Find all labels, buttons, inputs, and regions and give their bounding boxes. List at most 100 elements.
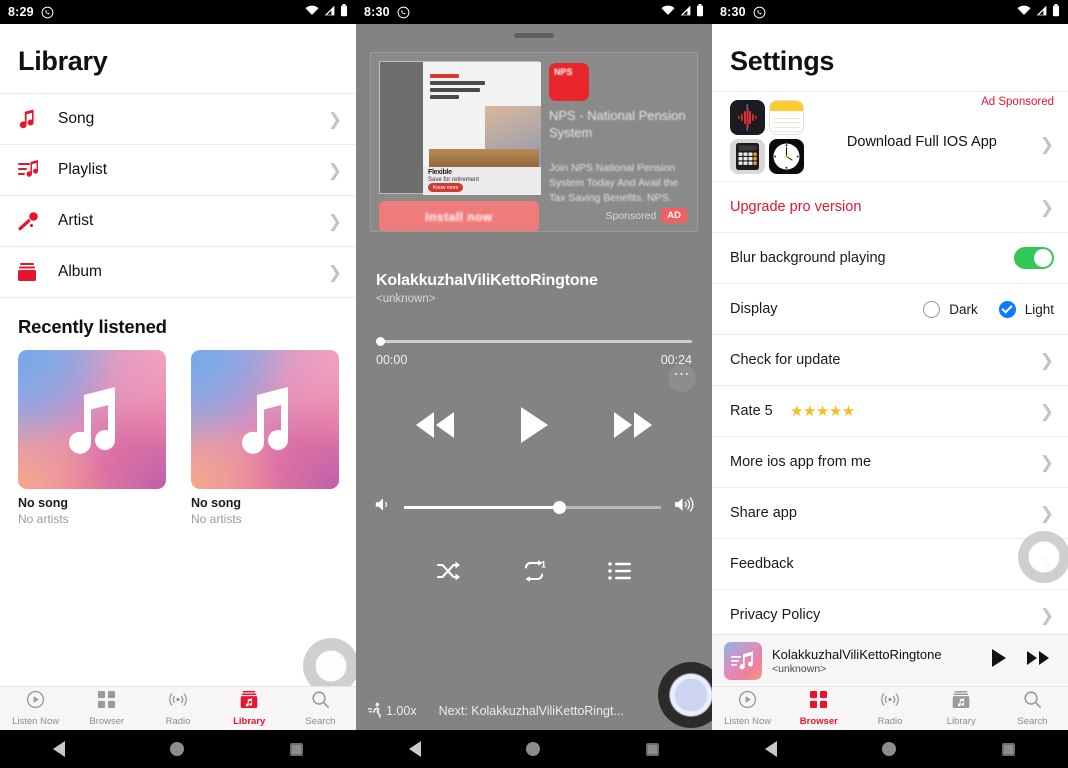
settings-row-feedback[interactable]: Feedback ❯: [712, 538, 1068, 589]
library-item-artist[interactable]: Artist ❯: [0, 196, 356, 247]
tab-browser[interactable]: Browser: [783, 690, 854, 727]
queue-list-icon[interactable]: [608, 561, 632, 586]
chevron-right-icon: ❯: [1039, 350, 1054, 370]
settings-row-privacy-policy[interactable]: Privacy Policy ❯: [712, 589, 1068, 640]
tab-radio[interactable]: Radio: [142, 690, 213, 727]
list-item[interactable]: No song No artists: [18, 350, 166, 526]
tab-label: Listen Now: [724, 716, 772, 727]
settings-row-label: Privacy Policy: [730, 607, 821, 623]
tab-library[interactable]: Library: [926, 690, 997, 727]
repeat-one-icon[interactable]: 1: [521, 560, 548, 587]
grid-icon: [97, 690, 116, 714]
recents-icon[interactable]: [1002, 742, 1016, 756]
volume-track[interactable]: [404, 501, 661, 514]
settings-row-check-update[interactable]: Check for update ❯: [712, 334, 1068, 385]
search-icon: [1023, 690, 1042, 714]
android-navigation-bar: [0, 730, 356, 768]
rewind-icon[interactable]: [412, 408, 458, 447]
tab-search[interactable]: Search: [285, 690, 356, 727]
settings-row-share-app[interactable]: Share app ❯: [712, 487, 1068, 538]
playback-mode-row: 1: [356, 560, 712, 587]
home-icon[interactable]: [526, 742, 541, 756]
radio-dark-label: Dark: [949, 301, 978, 317]
recents-icon[interactable]: [290, 742, 304, 756]
home-icon[interactable]: [882, 742, 897, 756]
mini-player[interactable]: KolakkuzhalViliKettoRingtone <unknown>: [712, 634, 1068, 686]
signal-icon: [679, 5, 692, 19]
more-horizontal-icon[interactable]: ⋯: [668, 364, 696, 392]
volume-knob[interactable]: [553, 501, 567, 514]
playback-speed-control[interactable]: 1.00x: [356, 702, 417, 721]
advertisement-banner[interactable]: Flexible Save for retirement Know more I…: [370, 52, 698, 232]
shuffle-icon[interactable]: [436, 560, 462, 587]
voice-memos-icon: [730, 100, 765, 135]
card-subtitle: No artists: [191, 512, 242, 526]
page-title: Settings: [730, 46, 835, 76]
settings-row-rate[interactable]: Rate 5 ★★★★★ ❯: [712, 385, 1068, 436]
ad-sponsored-label: Ad Sponsored: [981, 96, 1054, 108]
settings-row-blur-background[interactable]: Blur background playing: [712, 232, 1068, 283]
player-footer: 1.00x Next: KolakkuzhalViliKettoRingt...: [356, 692, 712, 730]
mini-player-artist: <unknown>: [772, 662, 827, 675]
tab-listen-now[interactable]: Listen Now: [0, 690, 71, 727]
wifi-icon: [661, 5, 675, 19]
ad-sponsored-row: Sponsored AD: [605, 208, 687, 223]
display-mode-options: Dark Light: [923, 300, 1054, 318]
settings-row-more-apps[interactable]: More ios app from me ❯: [712, 436, 1068, 487]
toggle-knob: [1034, 249, 1052, 267]
bottom-tabbar: Listen Now Browser Radio Library Search: [0, 686, 356, 730]
volume-slider-row: [356, 496, 712, 518]
back-icon[interactable]: [52, 741, 65, 757]
ad-install-button[interactable]: Install now: [379, 201, 539, 231]
seek-slider[interactable]: [376, 335, 692, 347]
tab-browser[interactable]: Browser: [71, 690, 142, 727]
library-list: Song ❯ Playlist ❯ Artist ❯ Album ❯: [0, 93, 356, 298]
recents-icon[interactable]: [646, 742, 660, 756]
ad-image-inner: Flexible Save for retirement Know more: [423, 62, 541, 195]
settings-row-label: Rate 5: [730, 403, 773, 419]
tab-radio[interactable]: Radio: [854, 690, 925, 727]
status-icons: [661, 4, 704, 20]
radio-waves-icon: [168, 690, 188, 714]
radio-dark[interactable]: [923, 300, 941, 318]
settings-row-upgrade-pro[interactable]: Upgrade pro version ❯: [712, 181, 1068, 232]
playback-speed-label: 1.00x: [386, 704, 417, 718]
tab-listen-now[interactable]: Listen Now: [712, 690, 783, 727]
library-item-playlist[interactable]: Playlist ❯: [0, 145, 356, 196]
fast-forward-icon[interactable]: [1022, 648, 1056, 673]
library-item-song[interactable]: Song ❯: [0, 94, 356, 145]
list-item[interactable]: No song No artists: [191, 350, 339, 526]
radio-light[interactable]: [998, 300, 1016, 318]
seek-knob[interactable]: [376, 337, 385, 346]
ad-title: NPS - National Pension System: [549, 108, 686, 140]
fast-forward-icon[interactable]: [610, 408, 656, 447]
blur-background-toggle[interactable]: [1014, 247, 1054, 269]
settings-row-label: Display: [730, 301, 778, 317]
sheet-grabber-handle[interactable]: [514, 33, 554, 38]
library-item-album[interactable]: Album ❯: [0, 247, 356, 298]
ad-creative-image: Flexible Save for retirement Know more: [379, 61, 541, 195]
radio-light-label: Light: [1024, 301, 1054, 317]
battery-icon: [340, 4, 348, 20]
tab-library[interactable]: Library: [214, 690, 285, 727]
speed-runner-icon: [368, 702, 383, 721]
page-title: Library: [18, 46, 108, 76]
notes-icon: [769, 100, 804, 135]
svg-text:1: 1: [541, 560, 546, 570]
play-icon[interactable]: [518, 405, 550, 450]
back-icon[interactable]: [764, 741, 777, 757]
ad-inner-headline: Flexible: [428, 169, 452, 176]
volume-high-icon[interactable]: [673, 496, 694, 518]
play-icon[interactable]: [986, 648, 1012, 673]
android-navigation-bar: [356, 730, 712, 768]
album-art: [191, 350, 339, 489]
rating-stars[interactable]: ★★★★★: [790, 402, 855, 420]
status-icons: [305, 4, 348, 20]
whatsapp-icon: [753, 6, 766, 19]
volume-low-icon[interactable]: [374, 496, 392, 518]
home-icon[interactable]: [170, 742, 185, 756]
chevron-right-icon: ❯: [1039, 503, 1054, 523]
back-icon[interactable]: [408, 741, 421, 757]
settings-row-download-ios-app[interactable]: Ad Sponsored Download Full IOS App ❯: [712, 91, 1068, 181]
tab-search[interactable]: Search: [997, 690, 1068, 727]
